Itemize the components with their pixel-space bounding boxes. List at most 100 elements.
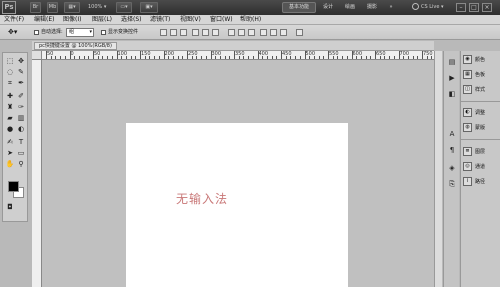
menu-layer[interactable]: 图层(L) [92, 15, 112, 25]
panel-masks[interactable]: ◍ 蒙版 [463, 122, 500, 134]
zoom-level[interactable]: 100% ▾ [88, 2, 106, 13]
panel-adjustments[interactable]: ◐ 调整 [463, 107, 500, 119]
shape-tool-icon[interactable]: ▭ [16, 149, 26, 158]
dodge-tool-icon[interactable]: ◐ [16, 125, 26, 134]
history-brush-tool-icon[interactable]: ✑ [16, 103, 26, 112]
canvas-area[interactable]: 无输入法 [42, 60, 434, 287]
align-top-icon[interactable] [160, 29, 167, 36]
ruler-minor-tick [229, 56, 231, 59]
align-right-icon[interactable] [212, 29, 219, 36]
ruler-minor-tick [107, 56, 109, 59]
document-page[interactable]: 无输入法 [126, 123, 348, 287]
ruler-tick [234, 51, 235, 59]
quick-mask-icon[interactable]: ◘ [5, 203, 15, 212]
character-panel-icon[interactable]: A [447, 129, 457, 139]
screen-mode-button[interactable]: ▣▾ [140, 2, 158, 13]
align-vcenter-icon[interactable] [170, 29, 177, 36]
menu-filter[interactable]: 滤镜(T) [150, 15, 170, 25]
eyedropper-tool-icon[interactable]: ✒ [16, 79, 26, 88]
lasso-tool-icon[interactable]: ◌ [5, 68, 15, 77]
ruler-minor-tick [215, 56, 217, 59]
workspace-painting[interactable]: 绘画 [342, 2, 358, 13]
type-tool-icon[interactable]: T [16, 138, 26, 147]
minimize-button[interactable]: – [456, 3, 466, 12]
healing-brush-tool-icon[interactable]: ✚ [5, 92, 15, 101]
panel-layers[interactable]: ≣ 图层 [463, 146, 500, 158]
menu-help[interactable]: 帮助(H) [240, 15, 261, 25]
view-extras-button[interactable]: ▦▾ [64, 2, 80, 13]
actions-panel-icon[interactable]: ▶ [447, 73, 457, 83]
menu-edit[interactable]: 编辑(E) [34, 15, 54, 25]
zoom-tool-icon[interactable]: ⚲ [16, 160, 26, 169]
ruler-minor-tick [365, 56, 367, 59]
3d-panel-icon[interactable]: ◈ [447, 163, 457, 173]
document-tab[interactable]: pc快捷键设置 @ 100%(RGB/8) [34, 42, 117, 50]
gradient-tool-icon[interactable]: ▥ [16, 114, 26, 123]
move-tool-icon[interactable]: ✥▾ [8, 25, 17, 40]
distribute-vcenter-icon[interactable] [238, 29, 245, 36]
align-left-icon[interactable] [192, 29, 199, 36]
tool-presets-icon[interactable]: ◧ [447, 89, 457, 99]
workspace-more-icon[interactable]: » [385, 2, 397, 13]
ruler-minor-tick [431, 56, 433, 59]
menu-select[interactable]: 选择(S) [121, 15, 142, 25]
maximize-button[interactable]: □ [469, 3, 479, 12]
ruler-minor-tick [97, 56, 99, 59]
ruler-tick [140, 51, 141, 59]
vertical-scrollbar[interactable] [434, 51, 442, 287]
show-transform-checkbox[interactable] [101, 30, 106, 35]
panel-paths[interactable]: ⌇ 路径 [463, 176, 500, 188]
quick-select-tool-icon[interactable]: ✎ [16, 68, 26, 77]
auto-select-dropdown[interactable]: 组 ▾ [66, 28, 94, 37]
cs-live-button[interactable]: CS Live ▾ [412, 2, 444, 13]
blur-tool-icon[interactable]: ● [5, 125, 15, 134]
arrange-documents-button[interactable]: ▭▾ [116, 2, 132, 13]
menu-view[interactable]: 视图(V) [180, 15, 201, 25]
workspace-photography[interactable]: 摄影 [364, 2, 380, 13]
workspace-essentials[interactable]: 基本功能 [282, 2, 316, 13]
path-select-tool-icon[interactable]: ➤ [5, 149, 15, 158]
launch-bridge-button[interactable]: Br [30, 2, 41, 13]
paragraph-panel-icon[interactable]: ¶ [447, 145, 457, 155]
app-bar: Ps Br Mb ▦▾ 100% ▾ ▭▾ ▣▾ 基本功能 设计 绘画 摄影 »… [0, 0, 500, 15]
eraser-tool-icon[interactable]: ▰ [5, 114, 15, 123]
distribute-right-icon[interactable] [280, 29, 287, 36]
close-button[interactable]: × [482, 3, 492, 12]
panel-swatches[interactable]: ▦ 色板 [463, 69, 500, 81]
menu-file[interactable]: 文件(F) [4, 15, 24, 25]
panel-color[interactable]: ◉ 颜色 [463, 54, 500, 66]
ruler-minor-tick [403, 56, 405, 59]
align-bottom-icon[interactable] [180, 29, 187, 36]
menu-image[interactable]: 图像(I) [63, 15, 81, 25]
horizontal-ruler[interactable]: 50 0 50 100 150 200 250 300 350 400 450 500 550 600 65… [42, 51, 434, 60]
align-hcenter-icon[interactable] [202, 29, 209, 36]
auto-align-icon[interactable] [296, 29, 303, 36]
history-panel-icon[interactable]: ▤ [447, 57, 457, 67]
hand-tool-icon[interactable]: ✋ [5, 160, 15, 169]
menu-window[interactable]: 窗口(W) [210, 15, 233, 25]
panel-styles[interactable]: ◫ 样式 [463, 84, 500, 96]
ruler-minor-tick [266, 56, 268, 59]
marquee-tool-icon[interactable]: ⬚ [5, 57, 15, 66]
move-tool-icon[interactable]: ✥ [16, 57, 26, 66]
canvas-text-layer[interactable]: 无输入法 [176, 190, 228, 207]
ruler-minor-tick [313, 56, 315, 59]
vertical-ruler[interactable] [32, 60, 42, 287]
foreground-color-swatch[interactable] [8, 181, 19, 192]
auto-select-checkbox[interactable] [34, 30, 39, 35]
mini-bridge-button[interactable]: Mb [47, 2, 58, 13]
crop-tool-icon[interactable]: ⌗ [5, 79, 15, 88]
distribute-bottom-icon[interactable] [248, 29, 255, 36]
channels-icon: ◎ [463, 162, 472, 171]
pen-tool-icon[interactable]: ✍ [5, 138, 15, 147]
panel-channels[interactable]: ◎ 通道 [463, 161, 500, 173]
clone-stamp-tool-icon[interactable]: ♜ [5, 103, 15, 112]
distribute-top-icon[interactable] [228, 29, 235, 36]
workspace-design[interactable]: 设计 [320, 2, 336, 13]
distribute-left-icon[interactable] [260, 29, 267, 36]
clone-source-icon[interactable]: ⎘ [447, 179, 457, 189]
distribute-hcenter-icon[interactable] [270, 29, 277, 36]
ruler-minor-tick [50, 56, 52, 59]
ruler-origin[interactable] [32, 51, 42, 60]
brush-tool-icon[interactable]: ✐ [16, 92, 26, 101]
